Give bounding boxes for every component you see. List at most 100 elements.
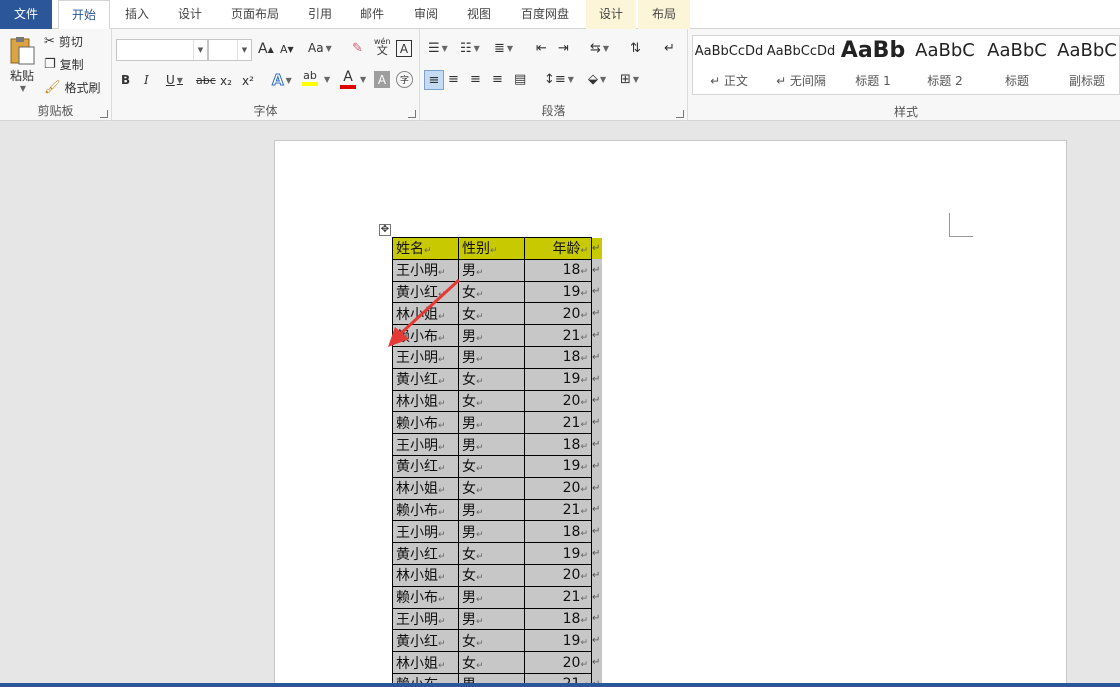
table-cell[interactable]: 21↵	[524, 498, 592, 522]
tab-home[interactable]: 开始	[58, 0, 110, 30]
tab-design[interactable]: 设计	[165, 0, 215, 29]
table-row[interactable]: 林小姐↵ 女↵ 20↵ ↵	[392, 651, 602, 674]
table-cell[interactable]: 18↵	[524, 433, 592, 456]
tab-file[interactable]: 文件	[0, 0, 52, 29]
table-cell[interactable]: 20↵	[524, 476, 592, 500]
style-heading-1[interactable]: AaBb 标题 1	[837, 36, 909, 94]
font-name-combo[interactable]: ▼	[116, 39, 208, 61]
table-row[interactable]: 王小明↵ 男↵ 18↵ ↵	[392, 607, 602, 631]
font-size-combo[interactable]: ▼	[208, 39, 252, 61]
dialog-launcher-icon[interactable]	[676, 110, 684, 118]
table-header-cell[interactable]: 年龄↵	[524, 237, 592, 260]
bold-button[interactable]: B	[121, 73, 130, 87]
align-center-button[interactable]: ≡	[448, 72, 459, 87]
table-cell[interactable]: 男↵	[458, 498, 525, 522]
subscript-button[interactable]: x₂	[220, 74, 232, 88]
multilevel-list-button[interactable]: ≣ ▼	[494, 41, 513, 56]
table-cell[interactable]: 林小姐↵	[392, 563, 459, 587]
increase-indent-button[interactable]: ⇥	[558, 41, 569, 56]
table-cell[interactable]: 19↵	[524, 629, 592, 653]
justify-button[interactable]: ≡	[492, 72, 503, 87]
table-cell[interactable]: 女↵	[458, 389, 525, 413]
table-cell[interactable]: 林小姐↵	[392, 651, 459, 674]
document-page[interactable]: ✥ 姓名↵性别↵年龄↵↵王小明↵男↵18↵↵黄小红↵女↵19↵↵林小姐↵女↵20…	[274, 140, 1067, 687]
paste-button[interactable]: 粘贴 ▼	[6, 35, 38, 97]
copy-button[interactable]: ❐ 复制	[44, 56, 84, 73]
table-cell[interactable]: 黄小红↵	[392, 367, 459, 391]
table-cell[interactable]: 王小明↵	[392, 433, 459, 456]
table-cell[interactable]: 18↵	[524, 607, 592, 631]
table-cell[interactable]: 林小姐↵	[392, 389, 459, 413]
change-case-button[interactable]: Aa ▼	[308, 41, 332, 55]
table-cell[interactable]: 21↵	[524, 411, 592, 435]
table-row[interactable]: 林小姐↵ 女↵ 20↵ ↵	[392, 563, 602, 587]
bullets-button[interactable]: ☰ ▼	[428, 41, 448, 56]
clear-formatting-button[interactable]: ✎	[352, 41, 363, 56]
cut-button[interactable]: ✂ 剪切	[44, 33, 83, 50]
table-cell[interactable]: 21↵	[524, 324, 592, 347]
align-right-button[interactable]: ≡	[470, 72, 481, 87]
style-subtitle[interactable]: AaBbC 副标题	[1053, 36, 1120, 94]
table-row[interactable]: 赖小布↵男↵21↵↵	[392, 498, 602, 522]
shading-button[interactable]: ⬙ ▼	[588, 72, 606, 87]
tab-review[interactable]: 审阅	[401, 0, 451, 29]
table-cell[interactable]: 女↵	[458, 651, 525, 674]
table-cell[interactable]: 男↵	[458, 411, 525, 435]
tab-references[interactable]: 引用	[296, 0, 344, 29]
table-cell[interactable]: 男↵	[458, 324, 525, 347]
table-row[interactable]: 黄小红↵女↵19↵↵	[392, 542, 602, 565]
table-cell[interactable]: 19↵	[524, 454, 592, 478]
grow-font-button[interactable]: A ▲	[258, 41, 274, 57]
style-no-spacing[interactable]: AaBbCcDd ↵ 无间隔	[765, 36, 837, 94]
table-cell[interactable]: 黄小红↵	[392, 454, 459, 478]
table-cell[interactable]: 18↵	[524, 258, 592, 282]
table-row[interactable]: 黄小红↵女↵19↵↵	[392, 629, 602, 653]
character-shading-button[interactable]: A	[374, 71, 390, 88]
table-cell[interactable]: 女↵	[458, 302, 525, 326]
table-cell[interactable]: 女↵	[458, 454, 525, 478]
table-row[interactable]: 赖小布↵男↵21↵↵	[392, 411, 602, 435]
table-cell[interactable]: 女↵	[458, 563, 525, 587]
table-cell[interactable]: 21↵	[524, 585, 592, 609]
line-spacing-button[interactable]: ↕≡ ▼	[544, 72, 574, 87]
table-cell[interactable]: 20↵	[524, 563, 592, 587]
table-cell[interactable]: 男↵	[458, 433, 525, 456]
table-cell[interactable]: 男↵	[458, 607, 525, 631]
table-row[interactable]: 王小明↵ 男↵ 18↵ ↵	[392, 520, 602, 544]
table-cell[interactable]: 赖小布↵	[392, 498, 459, 522]
table-cell[interactable]: 女↵	[458, 476, 525, 500]
sort-button[interactable]: ⇅	[630, 41, 641, 56]
superscript-button[interactable]: x²	[242, 74, 254, 88]
numbering-button[interactable]: ☷ ▼	[460, 41, 480, 56]
table-header-cell[interactable]: 性别↵	[458, 237, 525, 260]
style-title[interactable]: AaBbC 标题	[981, 36, 1053, 94]
table-cell[interactable]: 19↵	[524, 280, 592, 304]
table-cell[interactable]: 女↵	[458, 629, 525, 653]
character-border-button[interactable]: A	[396, 40, 412, 57]
table-cell[interactable]: 19↵	[524, 367, 592, 391]
table-row[interactable]: 黄小红↵女↵19↵↵	[392, 367, 602, 391]
table-cell[interactable]: 男↵	[458, 345, 525, 369]
tab-view[interactable]: 视图	[454, 0, 504, 29]
table-cell[interactable]: 20↵	[524, 651, 592, 674]
italic-button[interactable]: I	[144, 73, 149, 87]
tab-mailings[interactable]: 邮件	[348, 0, 396, 29]
table-cell[interactable]: 黄小红↵	[392, 629, 459, 653]
tab-table-design[interactable]: 设计	[586, 0, 636, 29]
table-row[interactable]: 黄小红↵女↵19↵↵	[392, 454, 602, 478]
table-row[interactable]: 赖小布↵男↵21↵↵	[392, 585, 602, 609]
document-canvas[interactable]: ✥ 姓名↵性别↵年龄↵↵王小明↵男↵18↵↵黄小红↵女↵19↵↵林小姐↵女↵20…	[0, 122, 1120, 687]
tab-page-layout[interactable]: 页面布局	[220, 0, 290, 29]
font-color-button[interactable]: A	[340, 69, 356, 89]
tab-table-layout[interactable]: 布局	[638, 0, 690, 29]
table-cell[interactable]: 林小姐↵	[392, 476, 459, 500]
style-heading-2[interactable]: AaBbC 标题 2	[909, 36, 981, 94]
table-cell[interactable]: 王小明↵	[392, 607, 459, 631]
table-cell[interactable]: 20↵	[524, 389, 592, 413]
format-painter-button[interactable]: 🖌 格式刷	[44, 79, 101, 96]
table-cell[interactable]: 王小明↵	[392, 520, 459, 544]
table-cell[interactable]: 黄小红↵	[392, 542, 459, 565]
table-cell[interactable]: 18↵	[524, 345, 592, 369]
table-row[interactable]: 林小姐↵ 女↵ 20↵ ↵	[392, 476, 602, 500]
table-cell[interactable]: 男↵	[458, 520, 525, 544]
